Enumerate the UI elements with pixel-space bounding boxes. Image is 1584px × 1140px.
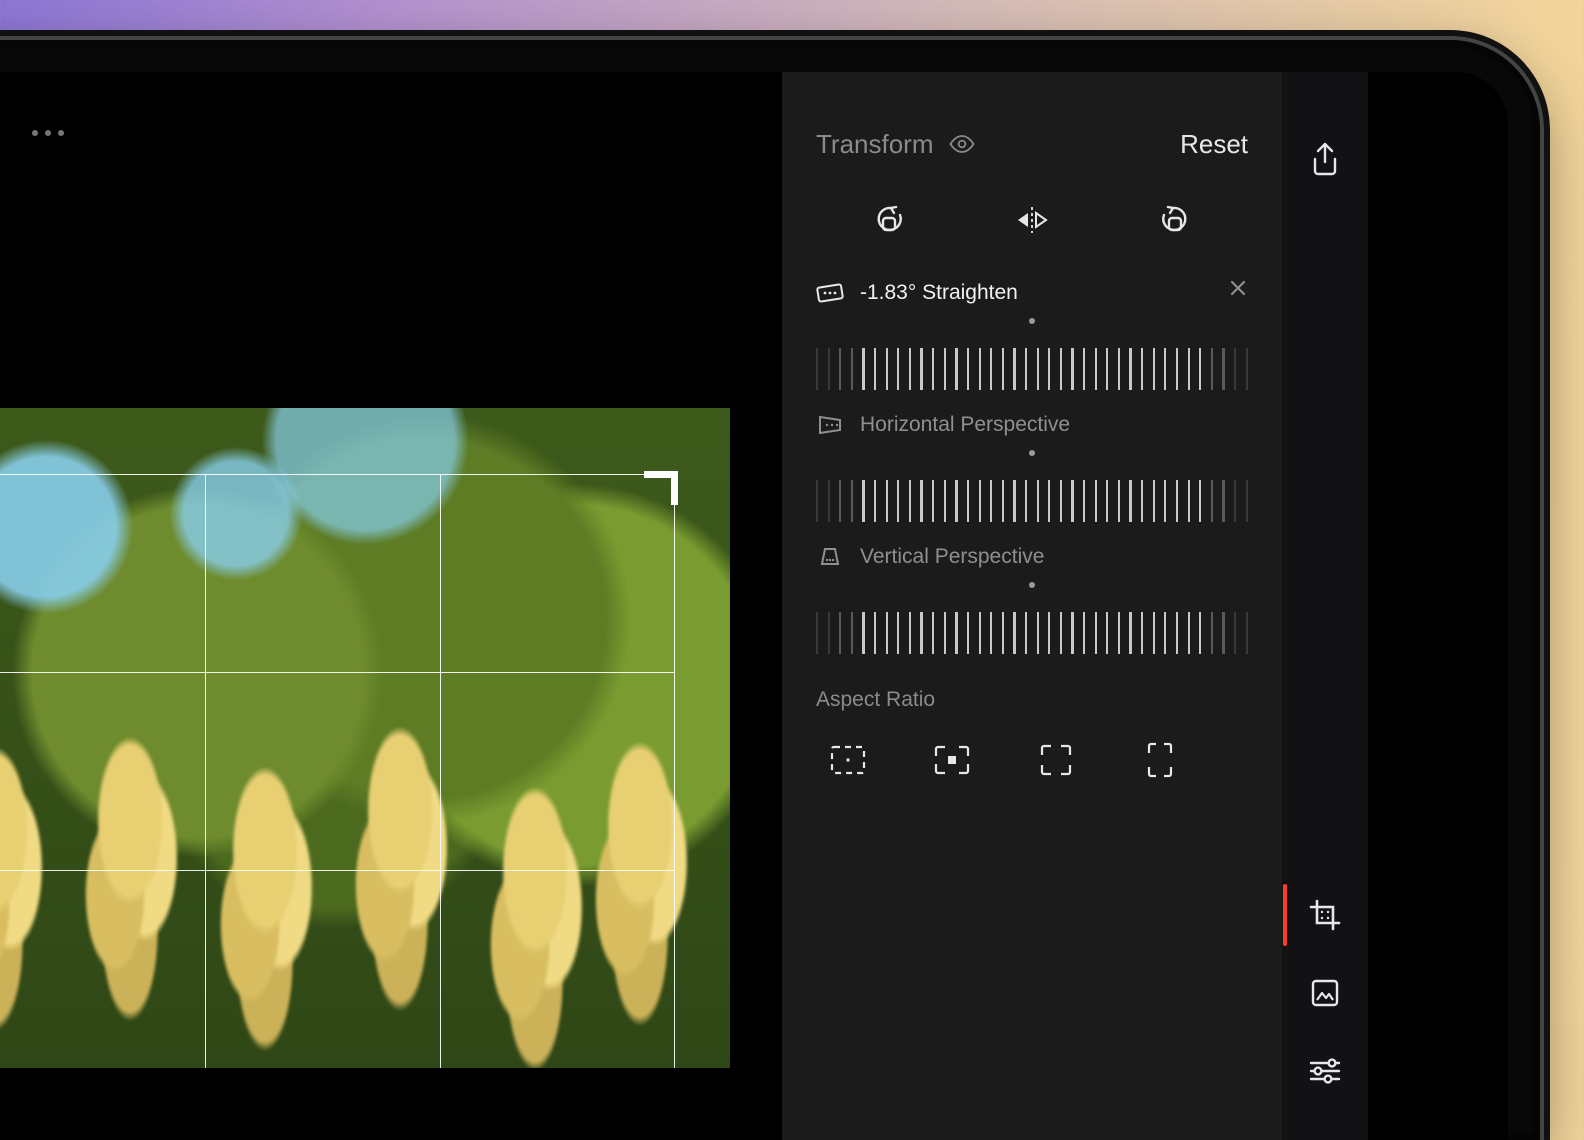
reset-button[interactable]: Reset: [1180, 129, 1248, 160]
vertical-perspective-label: Vertical Perspective: [860, 545, 1044, 569]
straighten-clear-button[interactable]: [1228, 278, 1248, 298]
adjust-tab[interactable]: [1295, 1032, 1355, 1110]
vertical-perspective-dial[interactable]: [816, 592, 1248, 654]
horizontal-perspective-dial[interactable]: [816, 460, 1248, 522]
horizontal-perspective-icon: [816, 414, 844, 436]
canvas-area: [0, 72, 782, 1140]
aspect-square-button[interactable]: [1034, 738, 1078, 782]
straighten-dial[interactable]: [816, 328, 1248, 390]
vertical-perspective-icon: [816, 546, 844, 568]
share-button[interactable]: [1295, 120, 1355, 198]
aspect-portrait-button[interactable]: [1138, 738, 1182, 782]
straighten-value: -1.83° Straighten: [860, 281, 1018, 305]
tool-strip: [1282, 72, 1368, 1140]
aspect-original-button[interactable]: [930, 738, 974, 782]
more-menu[interactable]: [32, 130, 64, 136]
rotate-right-button[interactable]: [1154, 198, 1198, 242]
transform-panel: Transform Reset: [782, 72, 1282, 1140]
aspect-ratio-title: Aspect Ratio: [816, 688, 1248, 712]
horizontal-perspective-label: Horizontal Perspective: [860, 413, 1070, 437]
photo-preview[interactable]: [0, 408, 730, 1068]
flip-horizontal-button[interactable]: [1010, 198, 1054, 242]
crop-tab[interactable]: [1295, 876, 1355, 954]
straighten-control: -1.83° Straighten: [816, 280, 1248, 390]
straighten-icon: [816, 282, 844, 304]
aspect-freeform-button[interactable]: [826, 738, 870, 782]
vertical-perspective-control: Vertical Perspective: [816, 544, 1248, 654]
rotate-left-button[interactable]: [866, 198, 910, 242]
horizontal-perspective-control: Horizontal Perspective: [816, 412, 1248, 522]
device-frame: Transform Reset: [0, 40, 1540, 1140]
filters-tab[interactable]: [1295, 954, 1355, 1032]
screen: Transform Reset: [0, 72, 1508, 1140]
visibility-icon[interactable]: [948, 134, 976, 154]
panel-title: Transform: [816, 129, 934, 160]
